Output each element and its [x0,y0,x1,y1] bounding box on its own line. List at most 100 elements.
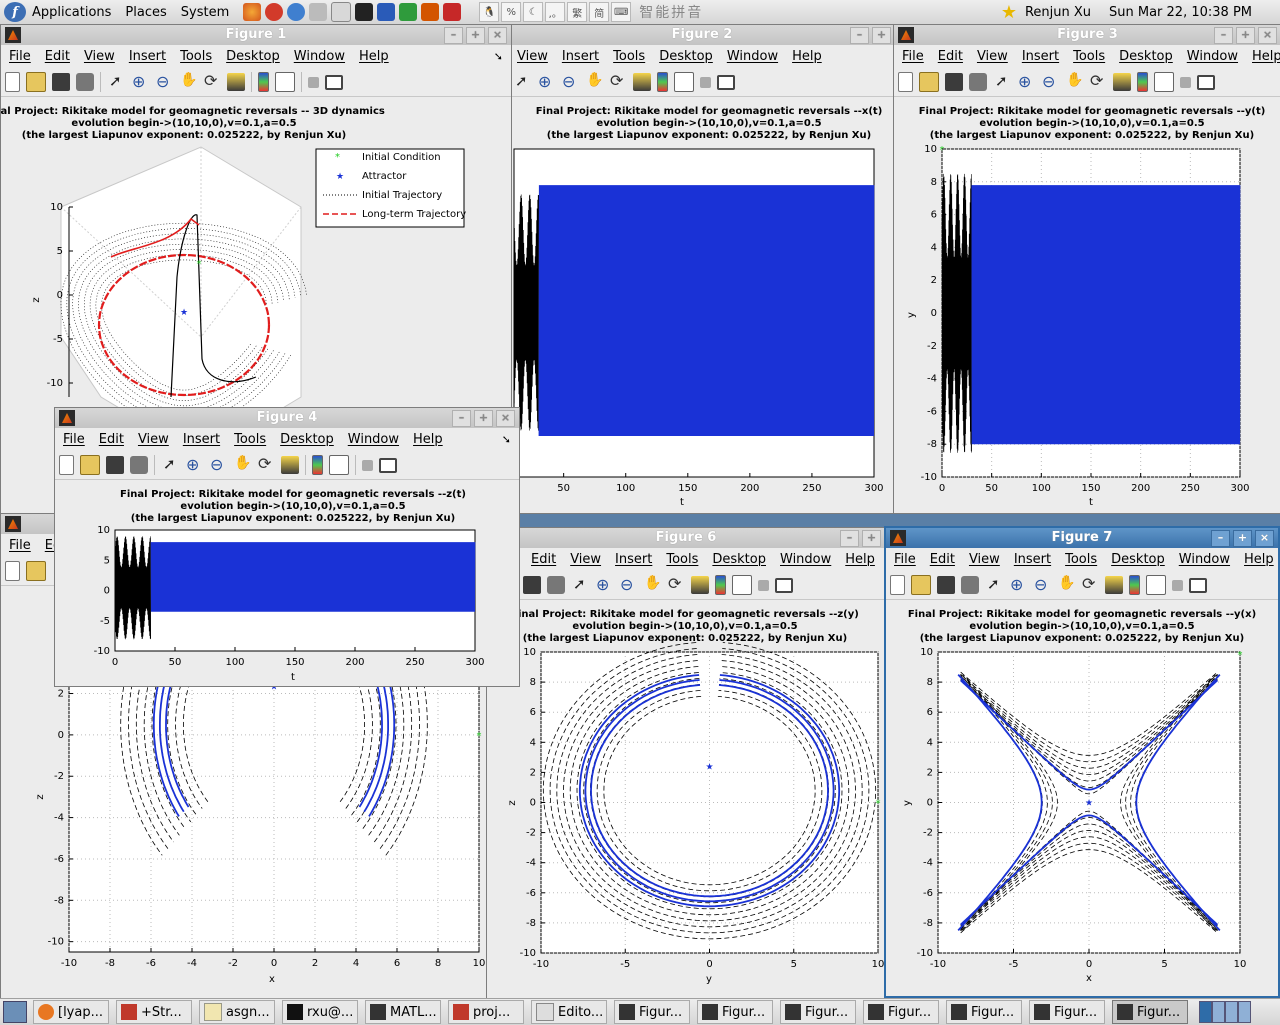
menu-tools[interactable]: Tools [180,49,212,64]
maximize-icon[interactable]: + [474,410,493,427]
new-figure-icon[interactable] [890,575,905,595]
figure-2-titlebar[interactable]: Figure 2 –+ [509,25,895,45]
hide-tools-icon[interactable] [700,77,711,88]
data-cursor-icon[interactable] [1113,73,1131,91]
show-desktop-icon[interactable] [3,1001,27,1023]
save-icon[interactable] [937,576,955,594]
hide-tools-icon[interactable] [758,580,769,591]
opera-launcher-icon[interactable] [265,3,283,21]
save-icon[interactable] [945,73,963,91]
zoom-out-icon[interactable] [209,456,227,474]
figure-6-titlebar[interactable]: Figure 6 –+ [487,528,885,548]
select-arrow-icon[interactable] [107,73,125,91]
print-icon[interactable] [76,73,94,91]
menu-tools[interactable]: Tools [1073,49,1105,64]
select-arrow-icon[interactable] [161,456,179,474]
legend-icon[interactable] [732,575,752,595]
taskbar-item[interactable]: Figur... [614,1000,690,1024]
fedora-logo-icon[interactable]: f [4,2,26,22]
taskbar-item[interactable]: Figur... [1029,1000,1105,1024]
rotate-3d-icon[interactable] [257,456,275,474]
menu-view[interactable]: View [570,552,601,567]
file-manager-launcher-icon[interactable] [309,3,327,21]
maximize-icon[interactable]: + [1233,530,1252,547]
zoom-in-icon[interactable] [537,73,555,91]
menu-view[interactable]: View [84,49,115,64]
menu-desktop[interactable]: Desktop [280,432,334,447]
ime-moon-icon[interactable]: ☾ [523,2,543,22]
menu-edit[interactable]: Edit [45,49,70,64]
rotate-3d-icon[interactable] [203,73,221,91]
menu-edit[interactable]: Edit [930,552,955,567]
menu-edit[interactable]: Edit [531,552,556,567]
data-cursor-icon[interactable] [227,73,245,91]
applications-menu[interactable]: Applications [32,5,111,20]
legend-icon[interactable] [674,72,694,92]
figure-4-titlebar[interactable]: Figure 4 –+× [55,408,519,428]
menu-desktop[interactable]: Desktop [1111,552,1165,567]
new-figure-icon[interactable] [5,72,20,92]
colorbar-icon[interactable] [312,455,323,475]
taskbar-item[interactable]: proj... [448,1000,524,1024]
open-file-icon[interactable] [80,455,100,475]
minimize-icon[interactable]: – [1214,27,1233,44]
pdf-launcher-icon[interactable] [443,3,461,21]
open-file-icon[interactable] [911,575,931,595]
workspace-4[interactable] [1238,1001,1251,1023]
menu-window[interactable]: Window [780,552,831,567]
show-tools-icon[interactable] [1197,75,1215,90]
maximize-icon[interactable]: + [862,530,881,547]
select-arrow-icon[interactable] [513,73,531,91]
menu-insert[interactable]: Insert [615,552,652,567]
data-cursor-icon[interactable] [633,73,651,91]
menu-desktop[interactable]: Desktop [226,49,280,64]
menu-view[interactable]: View [977,49,1008,64]
rotate-3d-icon[interactable] [1081,576,1099,594]
pan-hand-icon[interactable] [233,456,251,474]
firefox-launcher-icon[interactable] [243,3,261,21]
zoom-in-icon[interactable] [1017,73,1035,91]
show-tools-icon[interactable] [775,578,793,593]
data-cursor-icon[interactable] [691,576,709,594]
menu-insert[interactable]: Insert [183,432,220,447]
zoom-out-icon[interactable] [155,73,173,91]
menu-view[interactable]: View [969,552,1000,567]
menu-window[interactable]: Window [294,49,345,64]
menu-help[interactable]: Help [1252,49,1280,64]
menu-edit[interactable]: Edit [99,432,124,447]
close-icon[interactable]: × [496,410,515,427]
places-menu[interactable]: Places [125,5,166,20]
menu-tools[interactable]: Tools [234,432,266,447]
select-arrow-icon[interactable] [571,576,589,594]
rotate-3d-icon[interactable] [1089,73,1107,91]
minimize-icon[interactable]: – [452,410,471,427]
menu-insert[interactable]: Insert [562,49,599,64]
menu-insert[interactable]: Insert [1014,552,1051,567]
legend-box[interactable]: * Initial Condition ★ Attractor Initial … [316,149,466,227]
rotate-3d-icon[interactable] [667,576,685,594]
ime-keyboard-icon[interactable]: ⌨ [611,2,631,22]
zoom-out-icon[interactable] [619,576,637,594]
menu-help[interactable]: Help [413,432,443,447]
ime-punct-icon[interactable]: ,。 [545,2,565,22]
save-icon[interactable] [523,576,541,594]
menu-desktop[interactable]: Desktop [1119,49,1173,64]
ime-penguin-icon[interactable]: 🐧 [479,2,499,22]
pan-hand-icon[interactable] [179,73,197,91]
minimize-icon[interactable]: – [444,27,463,44]
menu-insert[interactable]: Insert [1022,49,1059,64]
taskbar-item[interactable]: MATL... [365,1000,441,1024]
legend-icon[interactable] [1154,72,1174,92]
impress-launcher-icon[interactable] [421,3,439,21]
legend-icon[interactable] [329,455,349,475]
taskbar-item[interactable]: rxu@... [282,1000,358,1024]
menu-window[interactable]: Window [727,49,778,64]
taskbar-item[interactable]: Figur... [1112,1000,1188,1024]
zoom-out-icon[interactable] [1033,576,1051,594]
system-menu[interactable]: System [181,5,229,20]
terminal-launcher-icon[interactable] [355,3,373,21]
taskbar-item[interactable]: Figur... [697,1000,773,1024]
open-file-icon[interactable] [26,72,46,92]
pan-hand-icon[interactable] [643,576,661,594]
data-cursor-icon[interactable] [1105,576,1123,594]
